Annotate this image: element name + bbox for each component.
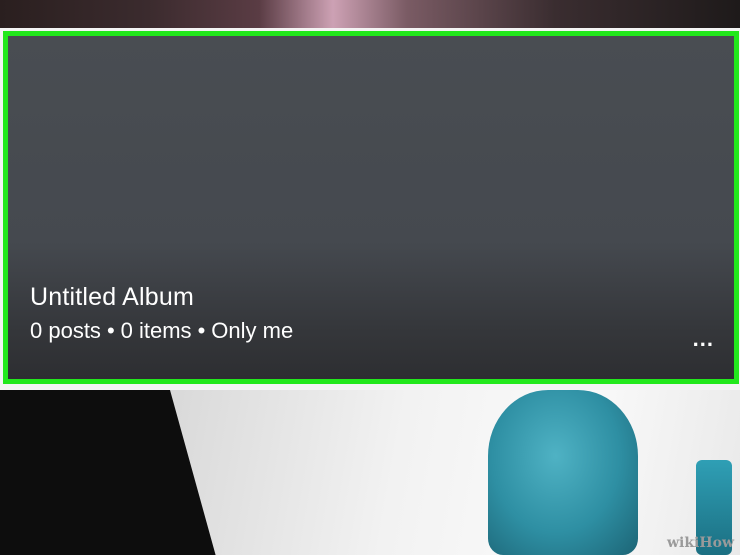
photo-wall: [170, 390, 740, 555]
album-item-count: 0 items: [120, 318, 192, 343]
background-photo-top: [0, 0, 740, 30]
more-options-icon[interactable]: ...: [693, 326, 714, 352]
background-photo-bottom: [0, 390, 740, 555]
watermark: wikiHow: [666, 535, 734, 551]
album-title: Untitled Album: [30, 283, 194, 311]
album-meta: 0 posts • 0 items • Only me: [30, 318, 293, 344]
meta-separator: •: [197, 318, 206, 343]
album-post-count: 0 posts: [30, 318, 101, 343]
album-card[interactable]: Untitled Album 0 posts • 0 items • Only …: [3, 31, 739, 384]
photo-vase: [488, 390, 638, 555]
meta-separator: •: [106, 318, 115, 343]
album-privacy: Only me: [211, 318, 294, 343]
